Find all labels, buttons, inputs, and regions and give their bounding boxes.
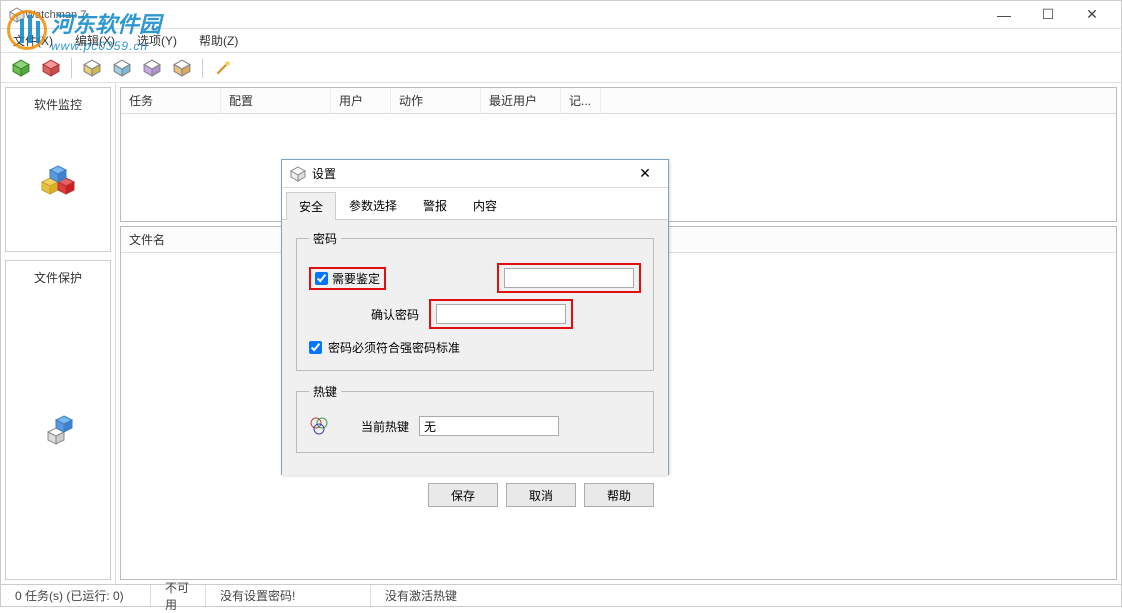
- highlight-password-fields: [497, 263, 641, 293]
- label-confirm-password: 确认密码: [309, 306, 419, 323]
- menu-help[interactable]: 帮助(Z): [193, 30, 244, 51]
- col-user[interactable]: 用户: [331, 88, 391, 113]
- highlight-confirm-field: [429, 299, 573, 329]
- cubes-icon: [34, 158, 82, 206]
- help-button[interactable]: 帮助: [584, 483, 654, 507]
- tab-security[interactable]: 安全: [286, 192, 336, 220]
- circles-icon: [309, 416, 329, 436]
- settings-dialog: 设置 ✕ 安全 参数选择 警报 内容 密码 需要鉴定: [281, 159, 669, 475]
- col-action[interactable]: 动作: [391, 88, 481, 113]
- label-strong-password: 密码必须符合强密码标准: [328, 339, 460, 356]
- panel-file-protect[interactable]: 文件保护: [5, 260, 111, 580]
- hotkey-input[interactable]: [419, 416, 559, 436]
- group-password: 密码 需要鉴定 确认密码: [296, 230, 654, 371]
- legend-password: 密码: [309, 230, 341, 247]
- dialog-tabs: 安全 参数选择 警报 内容: [282, 188, 668, 220]
- dialog-title: 设置: [312, 165, 630, 182]
- menu-edit[interactable]: 编辑(X): [69, 30, 121, 51]
- statusbar: 0 任务(s) (已运行: 0) 不可用 没有设置密码! 没有激活热键: [1, 584, 1121, 606]
- password-input[interactable]: [504, 268, 634, 288]
- status-tasks: 0 任务(s) (已运行: 0): [1, 585, 151, 606]
- cancel-button[interactable]: 取消: [506, 483, 576, 507]
- col-log[interactable]: 记...: [561, 88, 601, 113]
- cubes-icon: [34, 406, 82, 454]
- menubar: 文件(X) 编辑(X) 选项(Y) 帮助(Z): [1, 29, 1121, 53]
- save-button[interactable]: 保存: [428, 483, 498, 507]
- toolbar-separator: [71, 58, 72, 78]
- dialog-footer: 保存 取消 帮助: [282, 475, 668, 515]
- dialog-body: 密码 需要鉴定 确认密码: [282, 220, 668, 475]
- status-unavailable: 不可用: [151, 585, 206, 606]
- minimize-button[interactable]: —: [983, 3, 1025, 27]
- group-hotkey: 热键 当前热键: [296, 383, 654, 453]
- confirm-password-input[interactable]: [436, 304, 566, 324]
- panel-header: 软件监控: [10, 92, 106, 117]
- status-no-password: 没有设置密码!: [206, 585, 371, 606]
- tool-cube-red-icon[interactable]: [39, 56, 63, 80]
- highlight-require-auth: 需要鉴定: [309, 267, 386, 290]
- titlebar: Watchman 7 — ☐ ✕: [1, 1, 1121, 29]
- col-config[interactable]: 配置: [221, 88, 331, 113]
- maximize-button[interactable]: ☐: [1027, 3, 1069, 27]
- app-window: 河东软件园 www.pc0359.cn Watchman 7 — ☐ ✕ 文件(…: [0, 0, 1122, 607]
- menu-file[interactable]: 文件(X): [7, 30, 59, 51]
- panel-header: 文件保护: [10, 265, 106, 290]
- panel-software-monitor[interactable]: 软件监控: [5, 87, 111, 252]
- checkbox-require-auth[interactable]: [315, 272, 328, 285]
- dialog-close-button[interactable]: ✕: [630, 165, 660, 182]
- tool-wand-icon[interactable]: [211, 56, 235, 80]
- left-panel: 软件监控 文件保护: [1, 83, 116, 584]
- tab-content[interactable]: 内容: [460, 191, 510, 219]
- tool-cube-green-icon[interactable]: [9, 56, 33, 80]
- legend-hotkey: 热键: [309, 383, 341, 400]
- toolbar: [1, 53, 1121, 83]
- dialog-titlebar[interactable]: 设置 ✕: [282, 160, 668, 188]
- label-current-hotkey: 当前热键: [339, 418, 409, 435]
- label-require-auth: 需要鉴定: [332, 270, 380, 287]
- tool-cube1-icon[interactable]: [80, 56, 104, 80]
- tab-alarm[interactable]: 警报: [410, 191, 460, 219]
- tool-cube4-icon[interactable]: [170, 56, 194, 80]
- app-icon: [9, 7, 25, 23]
- checkbox-strong-password[interactable]: [309, 341, 322, 354]
- window-title: Watchman 7: [25, 9, 983, 21]
- tool-cube2-icon[interactable]: [110, 56, 134, 80]
- col-recent-user[interactable]: 最近用户: [481, 88, 561, 113]
- menu-options[interactable]: 选项(Y): [131, 30, 183, 51]
- tool-cube3-icon[interactable]: [140, 56, 164, 80]
- col-task[interactable]: 任务: [121, 88, 221, 113]
- tab-params[interactable]: 参数选择: [336, 191, 410, 219]
- status-no-hotkey: 没有激活热键: [371, 585, 1121, 606]
- toolbar-separator: [202, 58, 203, 78]
- cube-icon: [290, 166, 306, 182]
- close-button[interactable]: ✕: [1071, 3, 1113, 27]
